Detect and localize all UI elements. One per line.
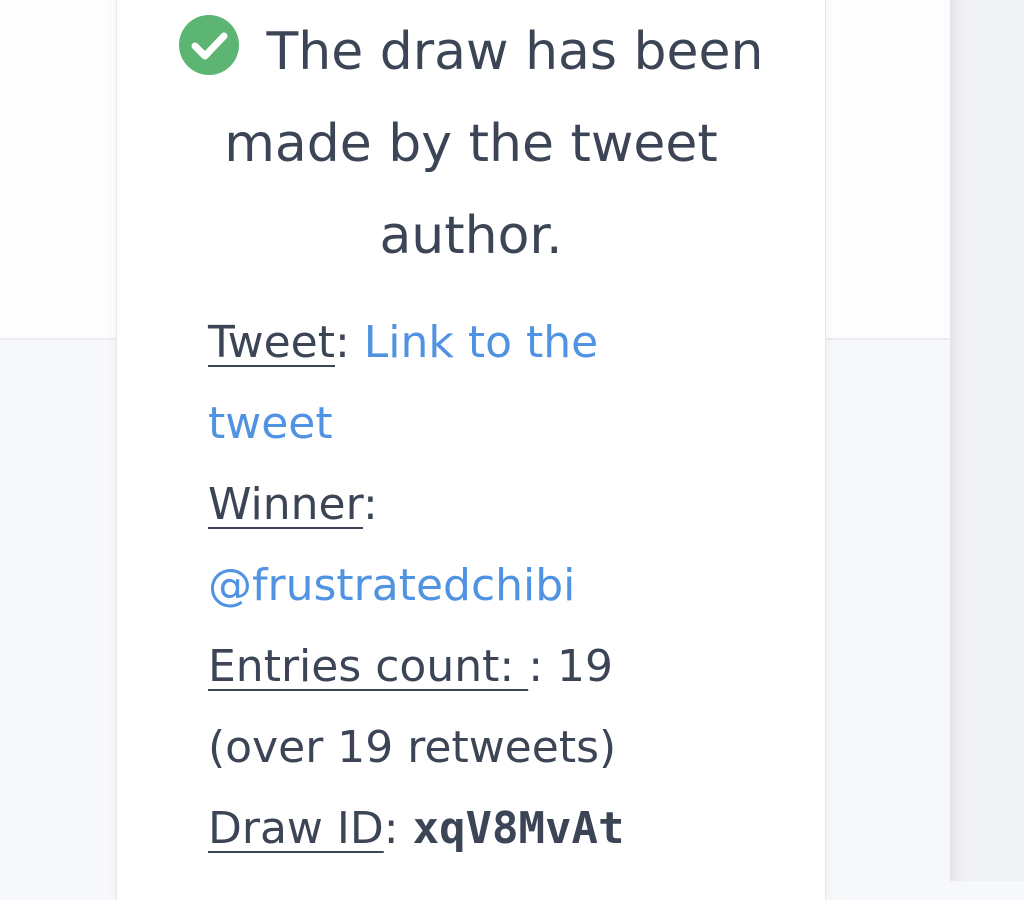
tweet-row: Tweet: Link to the tweet <box>208 317 599 449</box>
entries-label: Entries count: <box>208 641 529 692</box>
side-panel <box>950 0 1024 881</box>
draw-id-label: Draw ID <box>208 803 384 854</box>
tweet-label: Tweet <box>208 317 335 368</box>
entries-note: (over 19 retweets) <box>208 722 617 773</box>
winner-handle-link[interactable]: @frustratedchibi <box>208 560 575 611</box>
draw-status-message: The draw has been made by the tweet auth… <box>176 6 766 282</box>
winner-row: Winner: @frustratedchibi <box>208 479 576 611</box>
check-circle-icon <box>178 15 239 75</box>
entries-value: 19 <box>557 641 613 692</box>
entries-row: Entries count: : 19 (over 19 retweets) <box>208 641 617 773</box>
draw-id-value: xqV8MvAt <box>412 803 625 854</box>
draw-details: Tweet: Link to the tweet Winner: @frustra… <box>208 302 728 869</box>
winner-label: Winner <box>208 479 363 530</box>
status-text: The draw has been made by the tweet auth… <box>224 22 764 266</box>
draw-id-row: Draw ID: xqV8MvAt <box>208 803 625 854</box>
